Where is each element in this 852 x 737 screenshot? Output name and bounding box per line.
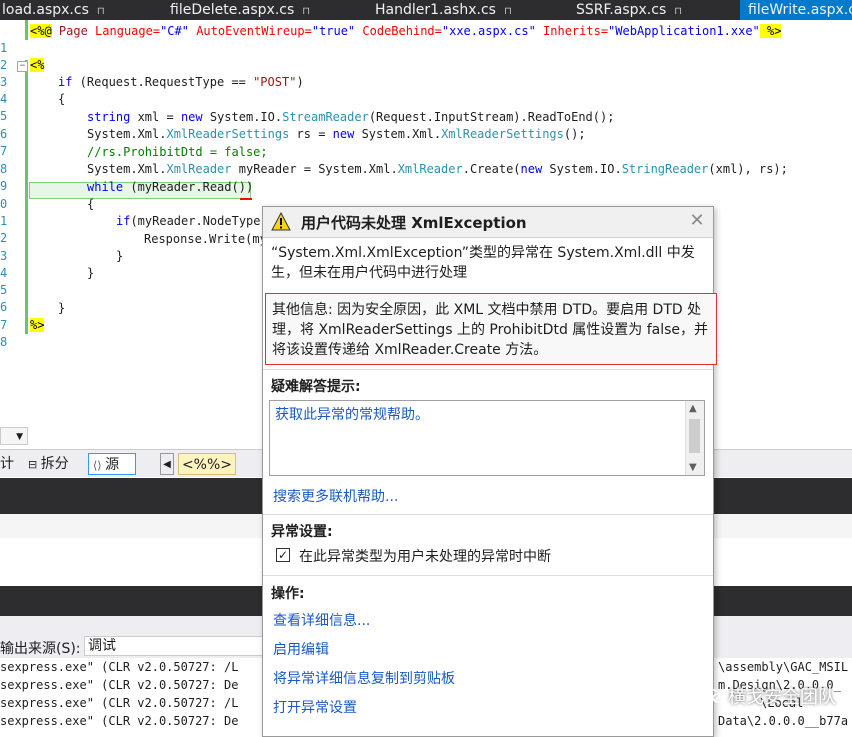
design-button[interactable]: 计 (0, 453, 14, 475)
code-comment: //rs.ProhibitDtd = false; (87, 145, 268, 159)
tab-label: fileWrite.aspx.cs (748, 2, 852, 18)
watermark-text: 横戈安全团队 (728, 687, 836, 708)
tab-label: load.aspx.cs (2, 2, 89, 18)
open-exception-settings-link[interactable]: 打开异常设置 (273, 697, 357, 717)
divider (263, 575, 713, 576)
code-line-1[interactable]: 1 <%@ Page Language="C#" AutoEventWireup… (0, 23, 852, 55)
warning-icon (271, 212, 291, 231)
code-text: if(myReader.NodeType (116, 214, 261, 228)
source-button[interactable]: ⟨⟩ 源 (88, 453, 136, 475)
zoom-dropdown[interactable]: ▼ (0, 427, 28, 445)
code-line-9[interactable]: 9 System.Xml.XmlReader myReader = System… (0, 161, 852, 193)
break-on-exception-label: 在此异常类型为用户未处理的异常时中断 (299, 549, 551, 565)
code-text: %> (30, 318, 45, 332)
divider (263, 369, 713, 370)
chevron-down-icon: ▼ (16, 432, 23, 442)
divider (263, 514, 713, 515)
watermark: 横戈安全团队 (706, 683, 836, 709)
line-number: 8 (0, 335, 8, 349)
troubleshooting-title: 疑难解答提示: (271, 379, 361, 395)
code-text: if (Request.RequestType == "POST") (58, 75, 304, 89)
code-text: } (58, 301, 66, 315)
code-line-6[interactable]: 6 string xml = new System.IO.StreamReade… (0, 109, 852, 141)
code-text: System.Xml.XmlReader myReader = System.X… (87, 162, 788, 176)
code-text: <% (30, 58, 45, 72)
general-help-link[interactable]: 获取此异常的常规帮助。 (275, 404, 429, 424)
wechat-icon (706, 689, 724, 703)
tag-selector[interactable]: <%%> (178, 453, 236, 475)
code-line-4[interactable]: 4 if (Request.RequestType == "POST") (0, 74, 852, 106)
copy-details-link[interactable]: 将异常详细信息复制到剪贴板 (273, 668, 455, 688)
tab-label: Handler1.ashx.cs (375, 2, 496, 18)
split-label: 拆分 (40, 456, 69, 472)
code-line-2[interactable]: 2 (0, 40, 852, 72)
close-icon[interactable]: ✕ (689, 211, 705, 231)
troubleshooting-list[interactable]: 获取此异常的常规帮助。 ▲ ▼ (269, 400, 705, 476)
code-line-8[interactable]: 8 //rs.ProhibitDtd = false; (0, 144, 852, 176)
chevron-up-icon[interactable]: ▲ (689, 403, 697, 414)
error-squiggle (240, 198, 252, 200)
code-line-5[interactable]: 5 { (0, 91, 852, 123)
document-tab-bar: load.aspx.cs ⊓ fileDelete.aspx.cs ⊓ Handle… (0, 0, 852, 20)
scrollbar-thumb[interactable] (689, 419, 700, 453)
dialog-header: 用户代码未处理 XmlException ✕ (263, 207, 713, 238)
output-source-select[interactable]: 调试 (84, 636, 264, 656)
search-online-help-link[interactable]: 搜索更多联机帮助... (273, 486, 398, 506)
pin-icon[interactable]: ⊓ (504, 6, 512, 17)
additional-info: 其他信息: 因为安全原因，此 XML 文档中禁用 DTD。要启用 DTD 处理，… (265, 293, 717, 365)
code-text: <%@ Page Language="C#" AutoEventWireup="… (30, 24, 782, 38)
code-text: } (116, 249, 124, 263)
tab-filedelete-aspx-cs[interactable]: fileDelete.aspx.cs ⊓ (170, 0, 310, 20)
tab-filewrite-aspx-cs[interactable]: fileWrite.aspx.cs (740, 0, 852, 20)
code-text: { (58, 92, 66, 106)
tab-load-aspx-cs[interactable]: load.aspx.cs ⊓ (2, 0, 105, 20)
code-line-10[interactable]: 0 while (myReader.Read()) (0, 179, 852, 211)
dialog-title: 用户代码未处理 XmlException (301, 214, 527, 232)
tab-handler1-ashx-cs[interactable]: Handler1.ashx.cs ⊓ (375, 0, 512, 20)
source-icon: ⟨⟩ (93, 459, 106, 472)
code-text: System.Xml.XmlReaderSettings rs = new Sy… (87, 127, 586, 141)
scrollbar[interactable]: ▲ ▼ (685, 401, 704, 475)
code-line-7[interactable]: 7 System.Xml.XmlReaderSettings rs = new … (0, 126, 852, 158)
previous-tag-button[interactable]: ◀ (160, 453, 174, 475)
collapse-icon[interactable]: − (17, 61, 28, 72)
pin-icon[interactable]: ⊓ (302, 6, 310, 17)
tab-label: SSRF.aspx.cs (576, 2, 667, 18)
code-text: while (myReader.Read()) (87, 180, 254, 194)
arrow-left-icon: ◀ (163, 459, 171, 470)
exception-message: “System.Xml.XmlException”类型的异常在 System.X… (271, 245, 695, 281)
code-text: Response.Write(my (144, 232, 267, 246)
split-button[interactable]: ⊟ 拆分 (28, 453, 69, 475)
output-source-label: 输出来源(S): (0, 641, 81, 657)
exception-settings-title: 异常设置: (271, 524, 333, 540)
break-on-exception-checkbox[interactable]: ✓ (276, 548, 290, 562)
code-text: } (87, 266, 95, 280)
tab-label: fileDelete.aspx.cs (170, 2, 295, 18)
tab-ssrf-aspx-cs[interactable]: SSRF.aspx.cs ⊓ (576, 0, 682, 20)
view-details-link[interactable]: 查看详细信息... (273, 610, 370, 630)
pin-icon[interactable]: ⊓ (674, 6, 682, 17)
enable-editing-link[interactable]: 启用编辑 (273, 639, 329, 659)
code-text: string xml = new System.IO.StreamReader(… (87, 110, 615, 124)
chevron-down-icon[interactable]: ▼ (689, 462, 697, 473)
pin-icon[interactable]: ⊓ (97, 6, 105, 17)
actions-title: 操作: (271, 586, 305, 602)
split-icon: ⊟ (28, 458, 41, 471)
code-text: { (87, 197, 95, 211)
code-line-3[interactable]: 3 − <% (0, 57, 852, 89)
source-label: 源 (105, 457, 120, 473)
exception-helper-dialog: 用户代码未处理 XmlException ✕ “System.Xml.XmlEx… (262, 206, 717, 737)
